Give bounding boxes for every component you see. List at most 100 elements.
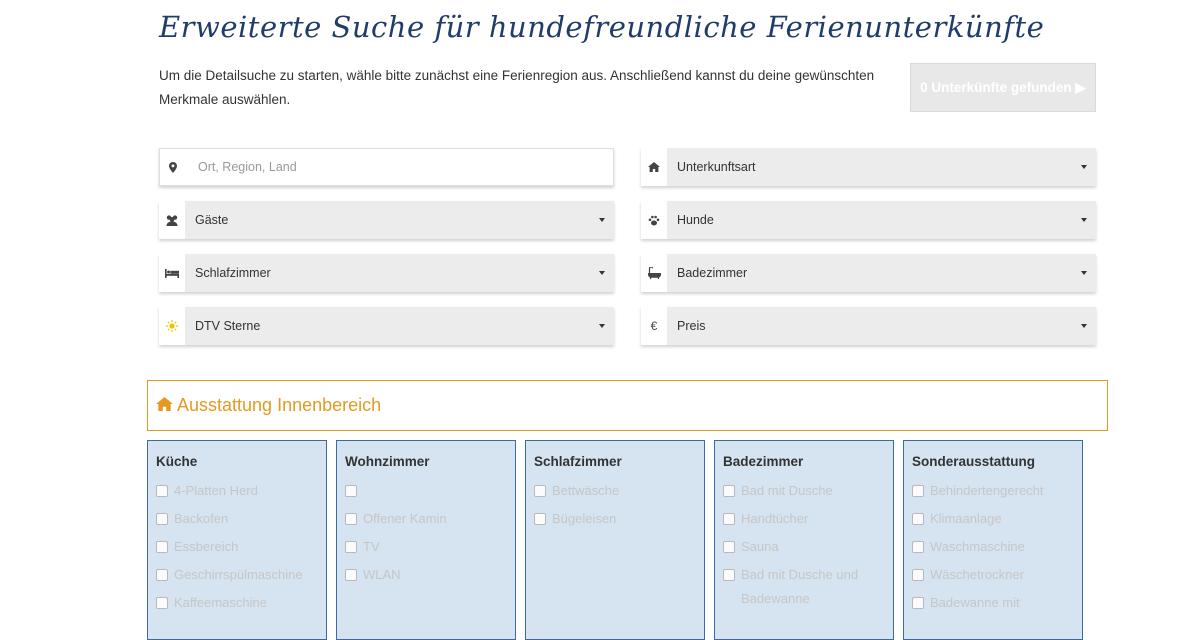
- checkbox[interactable]: [723, 513, 735, 525]
- checkbox[interactable]: [912, 569, 924, 581]
- chevron-down-icon: [1081, 218, 1087, 222]
- checkbox-item[interactable]: [345, 479, 515, 507]
- column-title: Badezimmer: [723, 454, 804, 469]
- checkbox[interactable]: [156, 569, 168, 581]
- intro-text: Um die Detailsuche zu starten, wähle bit…: [159, 68, 875, 107]
- checkbox-item[interactable]: Bad mit Dusche und Badewanne: [723, 563, 893, 611]
- section-interior-equipment[interactable]: Ausstattung Innenbereich: [147, 380, 1108, 431]
- bathrooms-select[interactable]: Badezimmer: [641, 254, 1096, 292]
- checkbox[interactable]: [912, 541, 924, 553]
- checkbox-item[interactable]: Behindertengerecht: [912, 479, 1082, 507]
- checkbox[interactable]: [345, 485, 357, 497]
- checkbox-item[interactable]: Badewanne mit: [912, 591, 1082, 619]
- euro-icon: €: [641, 307, 667, 345]
- checkbox[interactable]: [345, 513, 357, 525]
- column-bathroom: Badezimmer Bad mit Dusche Handtücher Sau…: [714, 440, 894, 640]
- checkbox[interactable]: [534, 513, 546, 525]
- checkbox[interactable]: [345, 541, 357, 553]
- price-select[interactable]: € Preis: [641, 307, 1096, 345]
- checkbox-item[interactable]: Waschmaschine: [912, 535, 1082, 563]
- dtv-stars-value: DTV Sterne: [195, 319, 261, 333]
- bedrooms-select[interactable]: Schlafzimmer: [159, 254, 614, 292]
- checkbox[interactable]: [534, 485, 546, 497]
- checkbox-label: Klimaanlage: [930, 511, 1002, 526]
- checkbox-label: Bad mit Dusche und Badewanne: [741, 567, 859, 606]
- checkbox-label: TV: [363, 539, 380, 554]
- checkbox[interactable]: [912, 513, 924, 525]
- column-kitchen: Küche 4-Platten Herd Backofen Essbereich…: [147, 440, 327, 640]
- chevron-down-icon: [1081, 324, 1087, 328]
- bathtub-icon: [641, 254, 667, 292]
- checkbox-item[interactable]: 4-Platten Herd: [156, 479, 326, 507]
- checkbox[interactable]: [723, 541, 735, 553]
- checkbox-label: Backofen: [174, 511, 229, 526]
- checkbox-label: Waschmaschine: [930, 539, 1025, 554]
- checkbox-label: Bad mit Dusche: [741, 483, 833, 498]
- checkbox-label: Badewanne mit: [930, 595, 1020, 610]
- chevron-down-icon: [1081, 165, 1087, 169]
- column-title: Küche: [156, 454, 198, 469]
- checkbox-label: Bettwäsche: [552, 483, 620, 498]
- home-icon: [156, 396, 173, 416]
- column-bedroom: Schlafzimmer Bettwäsche Bügeleisen: [525, 440, 705, 640]
- section-title: Ausstattung Innenbereich: [177, 395, 382, 415]
- price-value: Preis: [677, 319, 706, 333]
- checkbox-label: Kaffeemaschine: [174, 595, 267, 610]
- chevron-down-icon: [599, 271, 605, 275]
- checkbox-item[interactable]: WLAN: [345, 563, 515, 591]
- location-field[interactable]: [159, 148, 614, 186]
- checkbox-item[interactable]: Offener Kamin: [345, 507, 515, 535]
- chevron-down-icon: [1081, 271, 1087, 275]
- checkbox-item[interactable]: Backofen: [156, 507, 326, 535]
- checkbox-item[interactable]: Kaffeemaschine: [156, 591, 326, 619]
- checkbox[interactable]: [345, 569, 357, 581]
- checkbox-item[interactable]: Handtücher: [723, 507, 893, 535]
- checkbox-item[interactable]: Sauna: [723, 535, 893, 563]
- sun-icon: [159, 307, 185, 345]
- guests-select[interactable]: Gäste: [159, 201, 614, 239]
- checkbox[interactable]: [156, 485, 168, 497]
- users-icon: [159, 201, 185, 239]
- checkbox-label: Geschirrspülmaschine: [174, 567, 303, 582]
- checkbox-label: Handtücher: [741, 511, 809, 526]
- checkbox-label: Offener Kamin: [363, 511, 447, 526]
- chevron-down-icon: [599, 218, 605, 222]
- dogs-select[interactable]: Hunde: [641, 201, 1096, 239]
- dogs-value: Hunde: [677, 213, 714, 227]
- checkbox-item[interactable]: Wäschetrockner: [912, 563, 1082, 591]
- page-title: Erweiterte Suche für hundefreundliche Fe…: [159, 10, 1045, 44]
- map-marker-icon: [160, 149, 186, 185]
- checkbox[interactable]: [912, 485, 924, 497]
- checkbox-item[interactable]: TV: [345, 535, 515, 563]
- checkbox-label: Sauna: [741, 539, 779, 554]
- checkbox-item[interactable]: Bad mit Dusche: [723, 479, 893, 507]
- bedrooms-value: Schlafzimmer: [195, 266, 271, 280]
- checkbox-item[interactable]: Klimaanlage: [912, 507, 1082, 535]
- dtv-stars-select[interactable]: DTV Sterne: [159, 307, 614, 345]
- checkbox-label: 4-Platten Herd: [174, 483, 258, 498]
- checkbox-label: Behindertengerecht: [930, 483, 1044, 498]
- checkbox-item[interactable]: Bügeleisen: [534, 507, 704, 535]
- bathrooms-value: Badezimmer: [677, 266, 748, 280]
- location-input[interactable]: [196, 159, 613, 175]
- paw-icon: [641, 201, 667, 239]
- checkbox[interactable]: [723, 569, 735, 581]
- checkbox-label: WLAN: [363, 567, 401, 582]
- checkbox[interactable]: [156, 597, 168, 609]
- checkbox[interactable]: [156, 541, 168, 553]
- checkbox-item[interactable]: Geschirrspülmaschine: [156, 563, 326, 591]
- checkbox[interactable]: [912, 597, 924, 609]
- checkbox-item[interactable]: Bettwäsche: [534, 479, 704, 507]
- checkbox-item[interactable]: Essbereich: [156, 535, 326, 563]
- chevron-down-icon: [599, 324, 605, 328]
- accommodation-type-value: Unterkunftsart: [677, 160, 756, 174]
- home-icon: [641, 148, 667, 186]
- accommodation-type-select[interactable]: Unterkunftsart: [641, 148, 1096, 186]
- checkbox[interactable]: [156, 513, 168, 525]
- guests-value: Gäste: [195, 213, 229, 227]
- checkbox[interactable]: [723, 485, 735, 497]
- column-special-equipment: Sonderausstattung Behindertengerecht Kli…: [903, 440, 1083, 640]
- checkbox-label: Wäschetrockner: [930, 567, 1024, 582]
- results-found-button[interactable]: 0 Unterkünfte gefunden ▶: [910, 63, 1096, 112]
- column-living-room: Wohnzimmer Offener Kamin TV WLAN: [336, 440, 516, 640]
